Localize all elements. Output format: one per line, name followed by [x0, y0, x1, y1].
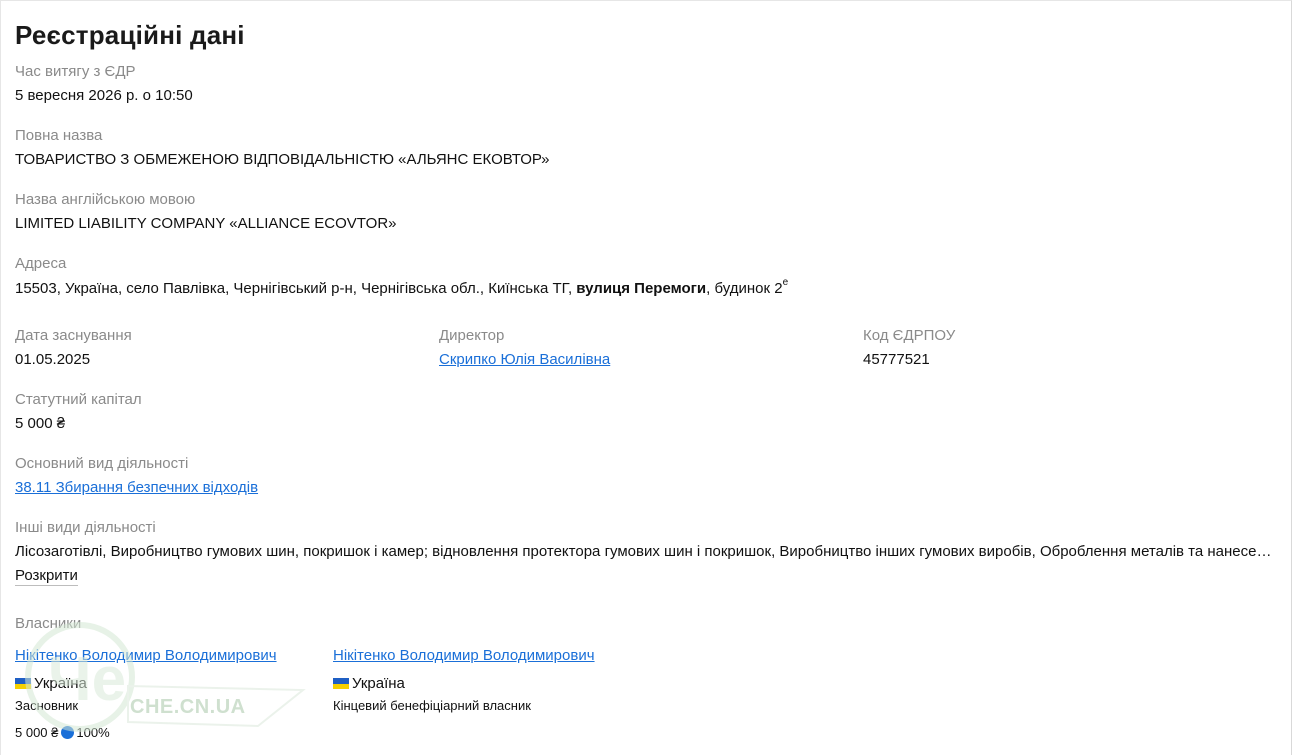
owner-1-country-text: Україна — [34, 675, 87, 692]
owner-2-link[interactable]: Нікітенко Володимир Володимирович — [333, 647, 595, 664]
page-frame — [0, 0, 1292, 755]
owner-1-link[interactable]: Нікітенко Володимир Володимирович — [15, 647, 277, 664]
director-label: Директор — [439, 327, 505, 344]
address-value: 15503, Україна, село Павлівка, Чернігівс… — [15, 277, 789, 297]
owner-1-share: 5 000 ₴ 100% — [15, 725, 110, 740]
edrpou-label: Код ЄДРПОУ — [863, 327, 956, 344]
english-name-value: LIMITED LIABILITY COMPANY «ALLIANCE ECOV… — [15, 215, 397, 232]
owner-2-country: Україна — [333, 675, 405, 692]
owner-1-percent: 100% — [76, 725, 110, 740]
owner-1-amount: 5 000 ₴ — [15, 725, 59, 740]
english-name-label: Назва англійською мовою — [15, 191, 196, 208]
founded-label: Дата заснування — [15, 327, 132, 344]
owner-1-role: Засновник — [15, 698, 79, 713]
extract-time-label: Час витягу з ЄДР — [15, 63, 136, 80]
capital-label: Статутний капітал — [15, 391, 142, 408]
director-link[interactable]: Скрипко Юлія Василівна — [439, 351, 610, 368]
watermark-text: CHE.CN.UA — [130, 696, 246, 718]
other-activities-value: Лісозаготівлі, Виробництво гумових шин, … — [15, 543, 1277, 560]
ukraine-flag-icon — [15, 678, 31, 689]
extract-time-value: 5 вересня 2026 р. о 10:50 — [15, 87, 193, 104]
address-suffix: , будинок 2 — [706, 280, 783, 297]
ukraine-flag-icon — [333, 678, 349, 689]
full-name-value: ТОВАРИСТВО З ОБМЕЖЕНОЮ ВІДПОВІДАЛЬНІСТЮ … — [15, 151, 550, 168]
capital-value: 5 000 ₴ — [15, 415, 66, 432]
founded-value: 01.05.2025 — [15, 351, 91, 368]
address-sup: е — [782, 277, 789, 288]
owner-1-country: Україна — [15, 675, 87, 692]
address-label: Адреса — [15, 255, 67, 272]
edrpou-value: 45777521 — [863, 351, 930, 368]
share-dot-icon — [61, 726, 75, 739]
main-activity-label: Основний вид діяльності — [15, 455, 189, 472]
other-activities-label: Інші види діяльності — [15, 519, 156, 536]
owner-2-role: Кінцевий бенефіціарний власник — [333, 698, 531, 713]
address-street: вулиця Перемоги — [576, 280, 707, 297]
page-title: Реєстраційні дані — [15, 20, 245, 50]
full-name-label: Повна назва — [15, 127, 103, 144]
address-prefix: 15503, Україна, село Павлівка, Чернігівс… — [15, 280, 577, 297]
owner-2-country-text: Україна — [352, 675, 405, 692]
owners-label: Власники — [15, 615, 82, 632]
main-activity-link[interactable]: 38.11 Збирання безпечних відходів — [15, 479, 258, 496]
expand-button[interactable]: Розкрити — [15, 567, 78, 586]
